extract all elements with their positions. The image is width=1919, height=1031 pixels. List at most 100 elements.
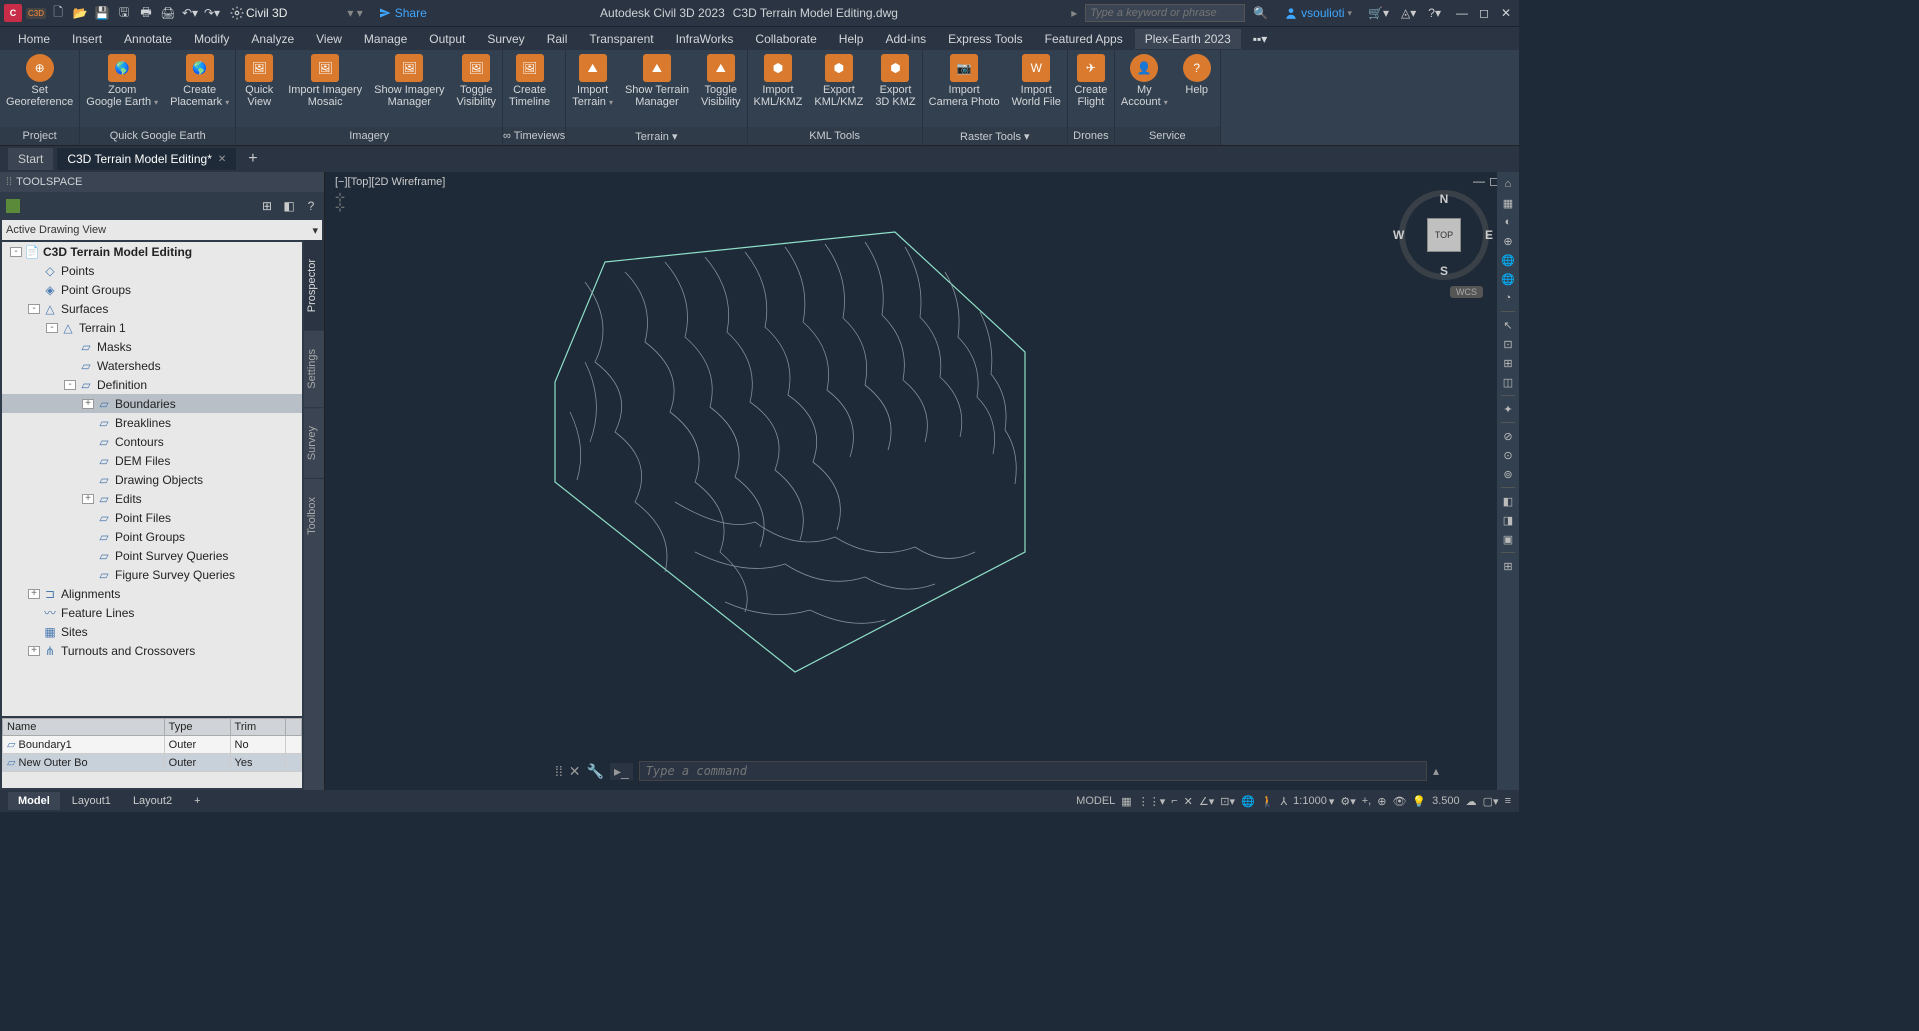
- box-icon[interactable]: ▢▾: [1483, 795, 1499, 808]
- tree-watersheds[interactable]: ▱Watersheds: [2, 356, 302, 375]
- gear2-icon[interactable]: ⚙▾: [1340, 795, 1355, 808]
- ribbon-help[interactable]: ?Help: [1174, 50, 1220, 100]
- plus2-icon[interactable]: +,: [1362, 795, 1371, 807]
- maximize-button[interactable]: ◻: [1475, 4, 1493, 22]
- tree-breaklines[interactable]: ▱Breaklines: [2, 413, 302, 432]
- cmd-grip-icon[interactable]: ⁞⁞: [555, 763, 563, 779]
- layout-tab-layout2[interactable]: Layout2: [123, 792, 182, 810]
- menu-annotate[interactable]: Annotate: [114, 29, 182, 49]
- vtab-prospector[interactable]: Prospector: [304, 240, 324, 330]
- tree-sites[interactable]: ▦Sites: [2, 622, 302, 641]
- cmd-settings-icon[interactable]: 🔧: [587, 763, 604, 780]
- vtab-survey[interactable]: Survey: [304, 407, 324, 478]
- close-button[interactable]: ✕: [1497, 4, 1515, 22]
- nav-globe-icon[interactable]: 🌐: [1500, 252, 1516, 268]
- grid-header[interactable]: Trim: [230, 719, 285, 736]
- nav-f-icon[interactable]: ⊡: [1500, 336, 1516, 352]
- ribbon-create-timeline[interactable]: 🖼Create Timeline: [503, 50, 556, 112]
- menu-manage[interactable]: Manage: [354, 29, 417, 49]
- ribbon-import-terrain[interactable]: ⛰Import Terrain ▾: [566, 50, 619, 113]
- polar-icon[interactable]: ✕: [1184, 795, 1193, 808]
- file-tab-start[interactable]: Start: [8, 148, 53, 170]
- menu-featured-apps[interactable]: Featured Apps: [1035, 29, 1133, 49]
- nav2-icon[interactable]: ⊕: [1377, 795, 1386, 808]
- nav-n-icon[interactable]: ▣: [1500, 531, 1516, 547]
- nav-e-icon[interactable]: ◔: [1500, 290, 1516, 306]
- menu-modify[interactable]: Modify: [184, 29, 239, 49]
- ribbon-import-imagery-mosaic[interactable]: 🖼Import Imagery Mosaic: [282, 50, 368, 112]
- menu-home[interactable]: Home: [8, 29, 60, 49]
- tree-boundaries[interactable]: +▱Boundaries: [2, 394, 302, 413]
- saveas-icon[interactable]: 🖫: [116, 5, 132, 21]
- tool-b-icon[interactable]: ◧: [280, 197, 298, 215]
- iso-icon[interactable]: ∠▾: [1199, 795, 1214, 808]
- nav-k-icon[interactable]: ⊚: [1500, 466, 1516, 482]
- grid-header[interactable]: Name: [3, 719, 165, 736]
- menu-transparent[interactable]: Transparent: [579, 29, 663, 49]
- grid-header[interactable]: [285, 719, 301, 736]
- eye-icon[interactable]: 👁: [1392, 795, 1406, 808]
- new-icon[interactable]: 🗋: [50, 5, 66, 21]
- ribbon-export-kml-kmz[interactable]: ⬢Export KML/KMZ: [808, 50, 869, 112]
- world-icon[interactable]: 🌐: [1241, 795, 1255, 808]
- add-layout-button[interactable]: +: [184, 792, 210, 810]
- ribbon-create-flight[interactable]: ✈Create Flight: [1068, 50, 1114, 112]
- table-row[interactable]: ▱ New Outer BoOuterYes: [3, 754, 302, 772]
- tree-drawing-objects[interactable]: ▱Drawing Objects: [2, 470, 302, 489]
- redo-icon[interactable]: ↷▾: [204, 5, 220, 21]
- minimize-button[interactable]: —: [1453, 4, 1471, 22]
- ribbon-my-account[interactable]: 👤My Account ▾: [1115, 50, 1174, 113]
- help-icon[interactable]: ?▾: [1428, 6, 1441, 20]
- nav-home-icon[interactable]: ⌂: [1500, 176, 1516, 192]
- vp-min-icon[interactable]: —: [1473, 174, 1485, 188]
- tool-help-icon[interactable]: ?: [302, 197, 320, 215]
- tree-edits[interactable]: +▱Edits: [2, 489, 302, 508]
- menu-collaborate[interactable]: Collaborate: [745, 29, 826, 49]
- scale-display[interactable]: 1:1000 ▾: [1293, 795, 1334, 808]
- open-icon[interactable]: 📂: [72, 5, 88, 21]
- grid2-icon[interactable]: ⋮⋮▾: [1138, 795, 1166, 808]
- file-tab-c3d-terrain-model-editing-[interactable]: C3D Terrain Model Editing*✕: [57, 148, 236, 170]
- tree-terrain-1[interactable]: -△Terrain 1: [2, 318, 302, 337]
- ribbon-import-camera-photo[interactable]: 📷Import Camera Photo: [923, 50, 1006, 112]
- view-cube[interactable]: N S E W TOP: [1399, 190, 1489, 280]
- ribbon-toggle-visibility[interactable]: ⛰Toggle Visibility: [695, 50, 747, 112]
- workspace-switcher[interactable]: Civil 3D ▾ ▾: [230, 6, 363, 20]
- menu-rail[interactable]: Rail: [537, 29, 578, 49]
- save-icon[interactable]: 💾: [94, 5, 110, 21]
- boundary-grid[interactable]: NameTypeTrim▱ Boundary1OuterNo▱ New Oute…: [2, 718, 302, 788]
- bulb-icon[interactable]: 💡: [1412, 795, 1426, 808]
- menu-view[interactable]: View: [306, 29, 352, 49]
- menu-overflow[interactable]: ▪▪▾: [1243, 29, 1278, 49]
- cmd-history-icon[interactable]: ▴: [1433, 764, 1439, 778]
- menu-plex-earth-2023[interactable]: Plex-Earth 2023: [1135, 29, 1241, 49]
- tree-surfaces[interactable]: -△Surfaces: [2, 299, 302, 318]
- tree-dem-files[interactable]: ▱DEM Files: [2, 451, 302, 470]
- nav-h-icon[interactable]: ◫: [1500, 374, 1516, 390]
- ribbon-show-imagery-manager[interactable]: 🖼Show Imagery Manager: [368, 50, 450, 112]
- tree-alignments[interactable]: +⊐Alignments: [2, 584, 302, 603]
- ribbon-toggle-visibility[interactable]: 🖼Toggle Visibility: [450, 50, 502, 112]
- tree-point-groups[interactable]: ◈Point Groups: [2, 280, 302, 299]
- nav-g-icon[interactable]: ⊞: [1500, 355, 1516, 371]
- menu-help[interactable]: Help: [829, 29, 874, 49]
- print-icon[interactable]: 🖨: [160, 5, 176, 21]
- menu-add-ins[interactable]: Add-ins: [875, 29, 936, 49]
- ribbon-set-georeference[interactable]: ⊕Set Georeference: [0, 50, 79, 112]
- tree-turnouts-and-crossovers[interactable]: +⋔Turnouts and Crossovers: [2, 641, 302, 660]
- drawing-viewport[interactable]: [−][Top][2D Wireframe] ⊹⊹ — ◻ ✕ N S E W …: [325, 172, 1519, 790]
- status-value[interactable]: 3.500: [1432, 795, 1460, 807]
- nav-a-icon[interactable]: ▦: [1500, 195, 1516, 211]
- share-button[interactable]: Share: [379, 6, 427, 20]
- cursor-icon[interactable]: ↖: [1500, 317, 1516, 333]
- tree-definition[interactable]: -▱Definition: [2, 375, 302, 394]
- menu-analyze[interactable]: Analyze: [241, 29, 304, 49]
- nav-star-icon[interactable]: ✦: [1500, 401, 1516, 417]
- search-input[interactable]: [1085, 4, 1245, 22]
- tripod-icon[interactable]: ⅄: [1280, 795, 1287, 808]
- ribbon-quick-view[interactable]: 🖼Quick View: [236, 50, 282, 112]
- wcs-badge[interactable]: WCS: [1450, 286, 1483, 298]
- nav-b-icon[interactable]: ◐: [1500, 214, 1516, 230]
- viewport-label[interactable]: [−][Top][2D Wireframe]: [335, 176, 445, 188]
- menu-express-tools[interactable]: Express Tools: [938, 29, 1032, 49]
